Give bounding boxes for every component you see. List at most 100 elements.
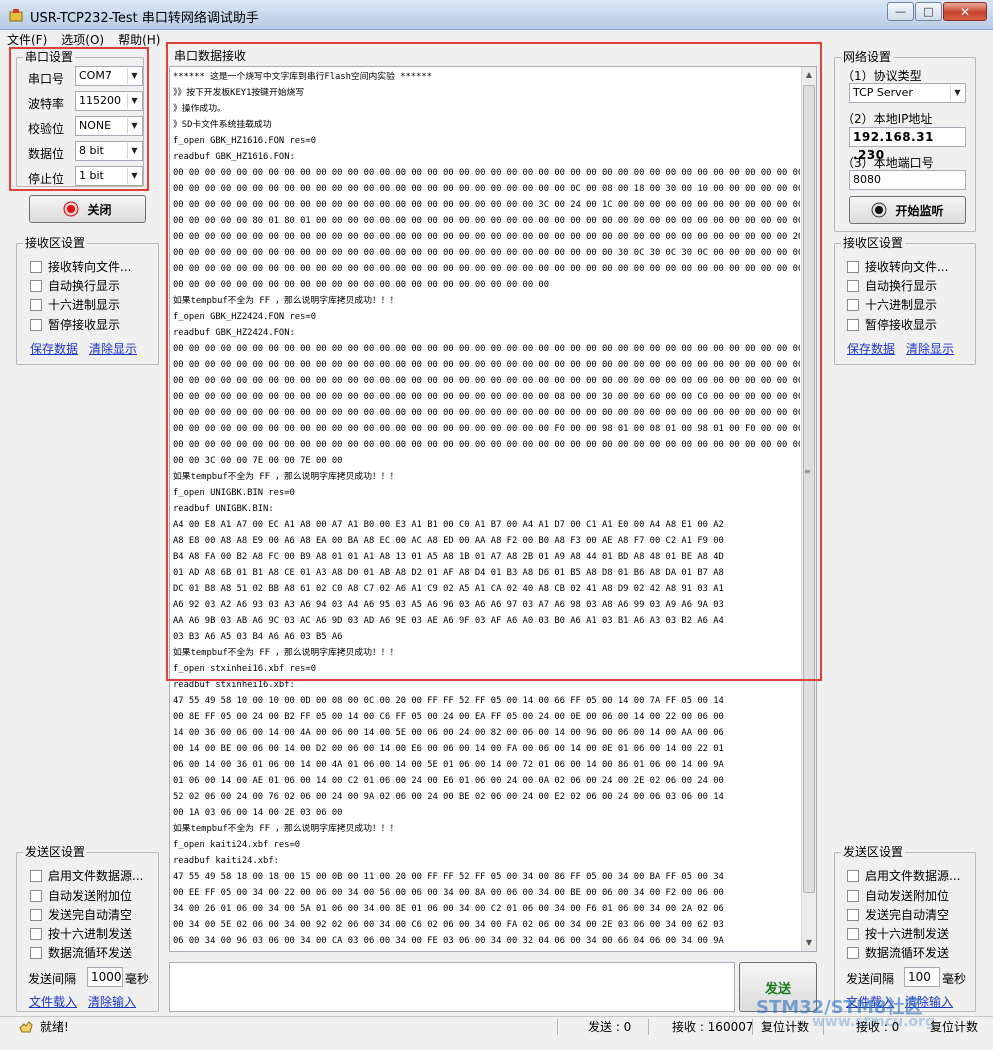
reset-count-button-right[interactable]: 复位计数 (930, 1019, 978, 1035)
scroll-thumb[interactable] (803, 85, 815, 893)
recv-line: A6 92 03 A2 A6 93 03 A3 A6 94 03 A4 A6 9… (173, 600, 724, 610)
port-select[interactable]: COM7 ▼ (75, 66, 143, 86)
chevron-down-icon: ▼ (950, 85, 964, 101)
file-source-checkbox[interactable]: 启用文件数据源... (30, 867, 143, 884)
reset-count-button[interactable]: 复位计数 (761, 1019, 809, 1035)
recv-line: readbuf GBK_HZ2424.FON: (173, 328, 295, 338)
hex-display-checkbox[interactable]: 十六进制显示 (30, 296, 120, 313)
recv-line: 00 00 00 00 00 00 00 00 00 00 00 00 00 0… (173, 232, 800, 242)
chevron-down-icon: ▼ (127, 118, 141, 134)
minimize-button[interactable]: — (887, 2, 914, 21)
recv-line: ****** 这是一个烧写中文字库到串行Flash空间内实验 ****** (173, 72, 432, 82)
maximize-button[interactable]: □ (915, 2, 942, 21)
hex-send-checkbox[interactable]: 按十六进制发送 (30, 925, 132, 942)
send-settings-title-right: 发送区设置 (841, 845, 906, 859)
recv-line: B4 A8 FA 00 B2 A8 FC 00 B9 A8 01 01 A1 A… (173, 552, 724, 562)
recv-settings-title-left: 接收区设置 (23, 236, 88, 250)
chevron-down-icon: ▼ (127, 168, 141, 184)
title-bar: USR-TCP232-Test 串口转网络调试助手 — □ ✕ (0, 0, 993, 30)
protocol-select[interactable]: TCP Server ▼ (849, 83, 966, 103)
scroll-down-icon[interactable]: ▼ (802, 935, 816, 951)
close-window-button[interactable]: ✕ (943, 2, 987, 21)
auto-clear-checkbox-right[interactable]: 发送完自动清空 (847, 906, 949, 923)
send-interval-label: 发送间隔 (28, 972, 77, 986)
menu-bar: 文件(F) 选项(O) 帮助(H) (0, 30, 993, 48)
port-number-label: （3）本地端口号 (842, 156, 934, 170)
recv-to-file-checkbox[interactable]: 接收转向文件... (30, 258, 131, 275)
load-file-link[interactable]: 文件载入 (29, 993, 77, 1010)
record-icon (63, 201, 79, 217)
auto-append-checkbox-right[interactable]: 自动发送附加位 (847, 887, 949, 904)
send-interval-input[interactable]: 1000 (87, 967, 123, 987)
ip-input[interactable]: 192.168.31 .230 (849, 127, 966, 162)
file-source-checkbox-right[interactable]: 启用文件数据源... (847, 867, 960, 884)
recv-line: A8 E8 00 A8 A8 E9 00 A6 A8 EA 00 BA A8 E… (173, 536, 724, 546)
recv-line: 00 34 00 5E 02 06 00 34 00 92 02 06 00 3… (173, 920, 724, 930)
save-data-link[interactable]: 保存数据 (30, 340, 78, 357)
status-bar: 就绪! 发送 : 0 接收 : 160007 复位计数 接收 : 0 复位计数 (0, 1016, 993, 1050)
send-interval-input-right[interactable]: 100 (904, 967, 940, 987)
parity-label: 校验位 (28, 122, 65, 136)
status-divider (557, 1019, 558, 1035)
menu-help[interactable]: 帮助(H) (111, 30, 167, 48)
send-interval-unit: 毫秒 (125, 972, 150, 986)
recv-settings-title-right: 接收区设置 (841, 236, 906, 250)
save-data-link-right[interactable]: 保存数据 (847, 340, 895, 357)
recv-line: 06 00 34 00 96 03 06 00 34 00 CA 03 06 0… (173, 936, 724, 946)
status-divider (823, 1019, 824, 1035)
recv-line: 34 00 26 01 06 00 34 00 5A 01 06 00 34 0… (173, 904, 724, 914)
grip-icon: ≡ (804, 467, 811, 476)
recv-line: readbuf GBK_HZ1616.FON: (173, 152, 295, 162)
parity-select[interactable]: NONE ▼ (75, 116, 143, 136)
send-textarea[interactable] (169, 962, 735, 1012)
recv-line: 如果tempbuf不全为 FF ，那么说明字库拷贝成功！！！ (173, 648, 399, 658)
hex-send-checkbox-right[interactable]: 按十六进制发送 (847, 925, 949, 942)
status-ready: 就绪! (40, 1020, 69, 1034)
loop-send-checkbox-right[interactable]: 数据流循环发送 (847, 944, 949, 961)
close-port-button[interactable]: 关闭 (29, 195, 146, 223)
scroll-up-icon[interactable]: ▲ (802, 67, 816, 83)
menu-file[interactable]: 文件(F) (0, 30, 54, 48)
recv-line: 00 00 3C 00 00 7E 00 00 7E 00 00 (173, 456, 343, 466)
recv-scrollbar[interactable]: ▲ ≡ ▼ (801, 67, 816, 951)
clear-display-link[interactable]: 清除显示 (89, 340, 137, 357)
pause-display-checkbox-right[interactable]: 暂停接收显示 (847, 316, 937, 333)
auto-wrap-checkbox[interactable]: 自动换行显示 (30, 277, 120, 294)
recv-line: 如果tempbuf不全为 FF ，那么说明字库拷贝成功！！！ (173, 824, 399, 834)
recv-to-file-checkbox-right[interactable]: 接收转向文件... (847, 258, 948, 275)
received-count-right: 接收 : 0 (856, 1020, 900, 1034)
databits-select[interactable]: 8 bit ▼ (75, 141, 143, 161)
recv-line: AA A6 9B 03 AB A6 9C 03 AC A6 9D 03 AD A… (173, 616, 724, 626)
recv-line: 00 00 00 00 00 00 00 00 00 00 00 00 00 0… (173, 264, 800, 274)
auto-append-checkbox[interactable]: 自动发送附加位 (30, 887, 132, 904)
port-number-input[interactable]: 8080 (849, 170, 966, 190)
clear-input-link[interactable]: 清除输入 (88, 993, 136, 1010)
recv-line: 如果tempbuf不全为 FF ，那么说明字库拷贝成功！！！ (173, 472, 399, 482)
app-icon (9, 9, 23, 22)
recv-line: 00 00 00 00 00 00 00 00 00 00 00 00 00 0… (173, 408, 800, 418)
recv-line: 00 00 00 00 00 00 00 00 00 00 00 00 00 0… (173, 360, 800, 370)
hex-display-checkbox-right[interactable]: 十六进制显示 (847, 296, 937, 313)
recv-line: f_open GBK_HZ1616.FON res=0 (173, 136, 316, 146)
recv-line: 00 14 00 BE 00 06 00 14 00 D2 00 06 00 1… (173, 744, 724, 754)
baud-select[interactable]: 115200 ▼ (75, 91, 143, 111)
menu-options[interactable]: 选项(O) (54, 30, 111, 48)
clear-display-link-right[interactable]: 清除显示 (906, 340, 954, 357)
send-settings-title-left: 发送区设置 (23, 845, 88, 859)
loop-send-checkbox[interactable]: 数据流循环发送 (30, 944, 132, 961)
baud-label: 波特率 (28, 97, 65, 111)
pause-display-checkbox[interactable]: 暂停接收显示 (30, 316, 120, 333)
status-divider (648, 1019, 649, 1035)
start-listen-button[interactable]: 开始监听 (849, 196, 966, 224)
recv-textarea[interactable]: ****** 这是一个烧写中文字库到串行Flash空间内实验 ****** 》》按… (169, 66, 817, 952)
recv-line: 06 00 14 00 36 01 06 00 14 00 4A 01 06 0… (173, 760, 724, 770)
recv-line: 47 55 49 58 18 00 18 00 15 00 0B 00 11 0… (173, 872, 724, 882)
auto-clear-checkbox[interactable]: 发送完自动清空 (30, 906, 132, 923)
auto-wrap-checkbox-right[interactable]: 自动换行显示 (847, 277, 937, 294)
start-listen-label: 开始监听 (895, 203, 944, 218)
stopbits-label: 停止位 (28, 172, 65, 186)
recv-line: f_open UNIGBK.BIN res=0 (173, 488, 295, 498)
recv-line: 00 EE FF 05 00 34 00 22 00 06 00 34 00 5… (173, 888, 724, 898)
stopbits-select[interactable]: 1 bit ▼ (75, 166, 143, 186)
recv-line: 52 02 06 00 24 00 76 02 06 00 24 00 9A 0… (173, 792, 724, 802)
